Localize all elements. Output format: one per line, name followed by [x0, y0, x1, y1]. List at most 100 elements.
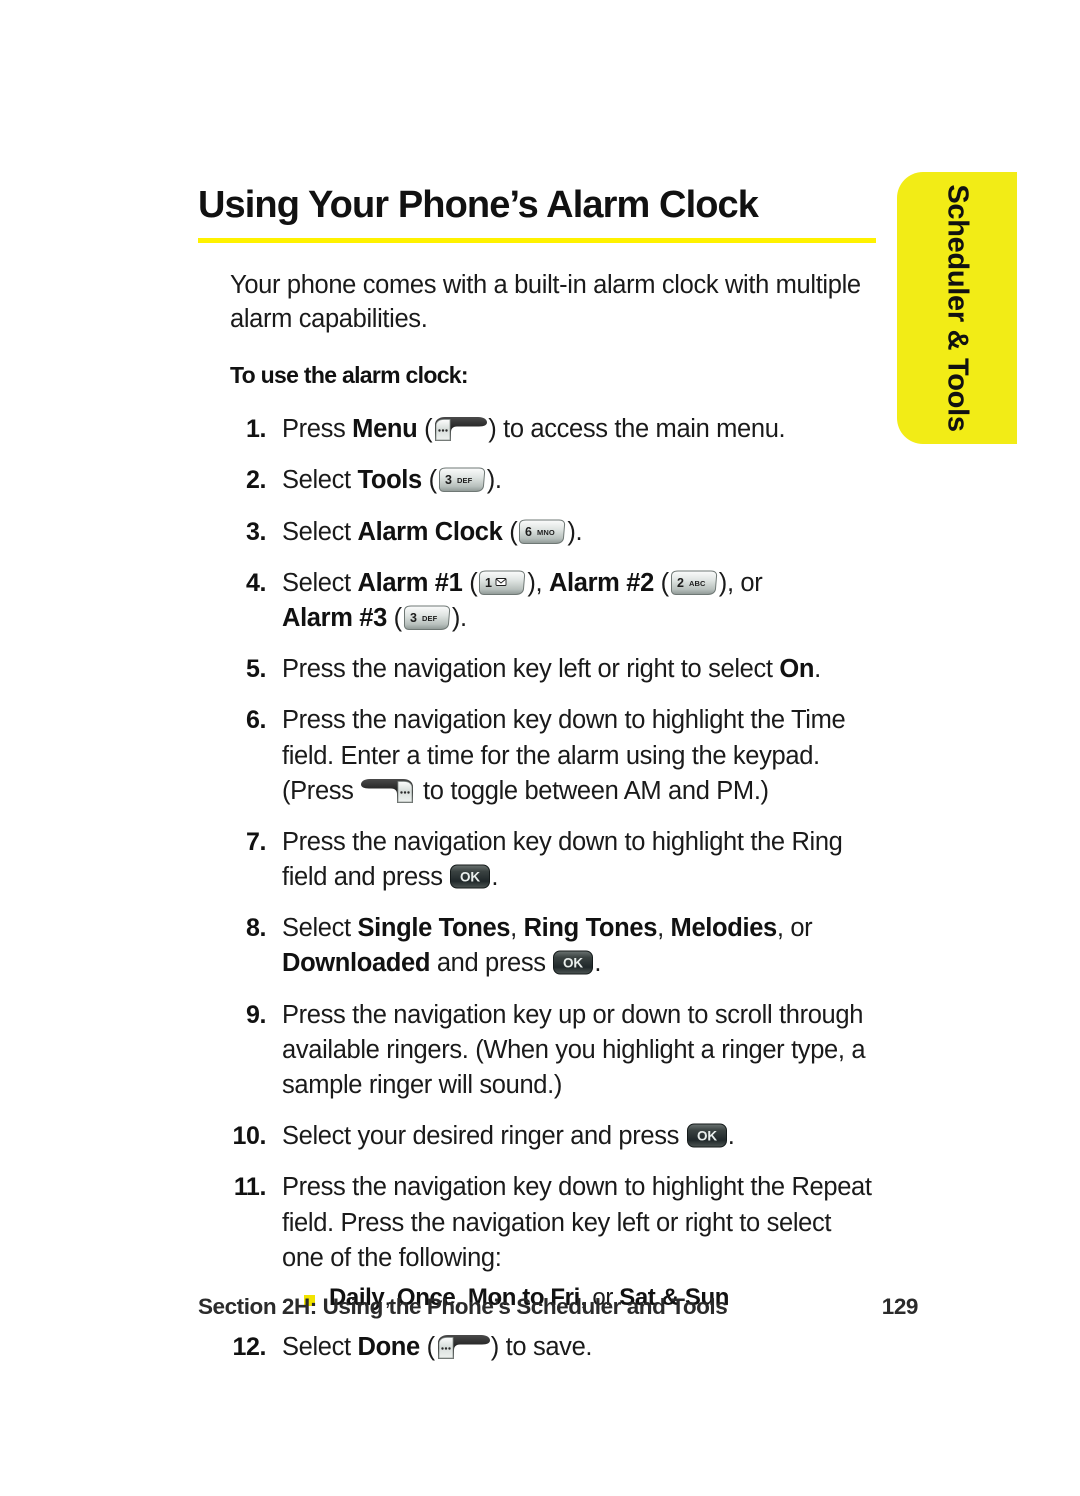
body-text: ).	[567, 517, 583, 546]
body-text: (	[386, 603, 403, 632]
body-text: ) to save.	[490, 1333, 593, 1362]
step-text: Select Done ( ) to save.	[282, 1330, 878, 1365]
svg-text:ABC: ABC	[689, 579, 706, 588]
step-item: 8. Select Single Tones, Ring Tones, Melod…	[230, 911, 878, 981]
body-text: .	[594, 949, 602, 978]
footer-section-title: Section 2H: Using the Phone’s Scheduler …	[198, 1294, 728, 1319]
softkey-right-icon	[360, 776, 416, 806]
step-item: 7. Press the navigation key down to highl…	[230, 825, 878, 895]
body-text: (	[421, 466, 438, 495]
page-title: Using Your Phone’s Alarm Clock	[198, 184, 759, 226]
step-text: Select Alarm Clock (6 MNO).	[282, 515, 878, 550]
body-text: (	[653, 568, 670, 597]
svg-text:3: 3	[445, 473, 452, 487]
body-text: (	[502, 517, 518, 546]
step-text: Press the navigation key down to highlig…	[282, 825, 878, 895]
body-text: ).	[486, 466, 502, 495]
footer-page-number: 129	[881, 1294, 919, 1319]
step-number: 6.	[245, 706, 266, 735]
body-text: ),	[527, 568, 549, 597]
svg-text:DEF: DEF	[457, 476, 473, 485]
body-text: Select	[282, 914, 358, 943]
step-item: 4. Select Alarm #1 (1), Alarm #2 (2 ABC), …	[230, 566, 878, 636]
emphasis-text: Alarm #2	[548, 568, 654, 597]
step-text: Select Single Tones, Ring Tones, Melodie…	[282, 911, 878, 981]
step-item: 1. Press Menu () to access the main menu.	[230, 412, 878, 447]
emphasis-text: Tools	[357, 466, 423, 495]
svg-text:6: 6	[525, 525, 532, 539]
svg-text:3: 3	[410, 611, 417, 625]
step-item: 6. Press the navigation key down to highl…	[230, 703, 878, 809]
body-text: ,	[657, 914, 671, 943]
step-text: Press the navigation key up or down to s…	[282, 998, 878, 1104]
body-text: , or	[776, 914, 813, 943]
step-item: 12. Select Done ( ) to save.	[230, 1330, 878, 1365]
emphasis-text: Done	[357, 1333, 421, 1362]
step-item: 10. Select your desired ringer and press …	[230, 1119, 878, 1154]
body-text: ).	[451, 603, 467, 632]
body-text: Select	[282, 568, 358, 597]
title-rule-divider	[198, 237, 876, 243]
document-page: Scheduler & Tools Using Your Phone’s Ala…	[0, 0, 1080, 1496]
step-item: 2. Select Tools (3 DEF).	[230, 463, 878, 498]
body-text: to toggle between AM and PM.)	[416, 776, 769, 805]
svg-text:MNO: MNO	[537, 528, 555, 537]
emphasis-text: Ring Tones	[523, 914, 658, 943]
emphasis-text: Menu	[352, 415, 418, 444]
body-text: Press the navigation key up or down to s…	[282, 1000, 866, 1100]
key-2-abc-icon: 2 ABC	[669, 569, 719, 597]
ok-button-icon: OK	[449, 863, 491, 890]
ok-button-icon: OK	[552, 949, 594, 976]
step-item: 5. Press the navigation key left or right…	[230, 652, 878, 687]
body-text: (	[462, 568, 478, 597]
body-text: (	[417, 415, 433, 444]
body-text: ,	[510, 914, 524, 943]
emphasis-text: Single Tones	[357, 914, 511, 943]
key-3-def-icon: 3 DEF	[437, 466, 487, 494]
softkey-left-icon	[435, 1332, 491, 1362]
body-text: Select your desired ringer and press	[282, 1122, 686, 1151]
step-number: 10.	[232, 1122, 266, 1151]
side-tab-scheduler-tools: Scheduler & Tools	[897, 172, 1017, 444]
step-number: 8.	[245, 914, 266, 943]
svg-text:OK: OK	[460, 870, 480, 885]
key-3-def-icon: 3 DEF	[402, 604, 452, 632]
svg-text:OK: OK	[697, 1129, 717, 1144]
body-text: Select	[282, 517, 358, 546]
step-text: Press the navigation key down to highlig…	[282, 703, 878, 809]
body-text: Press the navigation key left or right t…	[282, 655, 780, 684]
emphasis-text: Alarm Clock	[357, 517, 503, 546]
emphasis-text: Alarm #1	[357, 568, 463, 597]
step-number: 5.	[245, 655, 266, 684]
step-item: 3. Select Alarm Clock (6 MNO).	[230, 515, 878, 550]
key-1-envelope-icon: 1	[477, 569, 527, 597]
body-text: Press the navigation key down to highlig…	[282, 827, 843, 892]
body-text: .	[727, 1122, 735, 1151]
step-number: 4.	[245, 568, 266, 597]
steps-list: 1. Press Menu () to access the main menu.…	[230, 412, 878, 1365]
step-number: 2.	[245, 466, 266, 495]
body-text: Select	[282, 1333, 358, 1362]
step-number: 12.	[232, 1333, 266, 1362]
step-text: Press the navigation key left or right t…	[282, 652, 878, 687]
content-column: Using Your Phone’s Alarm Clock Your phon…	[198, 184, 878, 1382]
svg-text:DEF: DEF	[422, 614, 438, 623]
body-text: Press the navigation key down to highlig…	[282, 1173, 872, 1272]
body-text: Press	[282, 415, 353, 444]
ok-button-icon: OK	[686, 1122, 728, 1149]
step-number: 7.	[245, 827, 266, 856]
page-footer: Section 2H: Using the Phone’s Scheduler …	[198, 1294, 918, 1320]
step-text: Select Tools (3 DEF).	[282, 463, 878, 498]
step-number: 9.	[245, 1000, 266, 1029]
emphasis-text: Downloaded	[282, 949, 431, 978]
body-text: (	[419, 1333, 436, 1362]
body-text: ), or	[718, 568, 763, 597]
body-text: .	[491, 863, 499, 892]
step-item: 9. Press the navigation key up or down to…	[230, 998, 878, 1104]
step-item: 11. Press the navigation key down to high…	[230, 1170, 878, 1314]
body-text: and press	[430, 949, 553, 978]
emphasis-text: Alarm #3	[282, 603, 387, 632]
softkey-left-icon	[432, 414, 488, 444]
step-text: Select Alarm #1 (1), Alarm #2 (2 ABC), or…	[282, 566, 878, 636]
step-text: Select your desired ringer and press OK.	[282, 1119, 878, 1154]
